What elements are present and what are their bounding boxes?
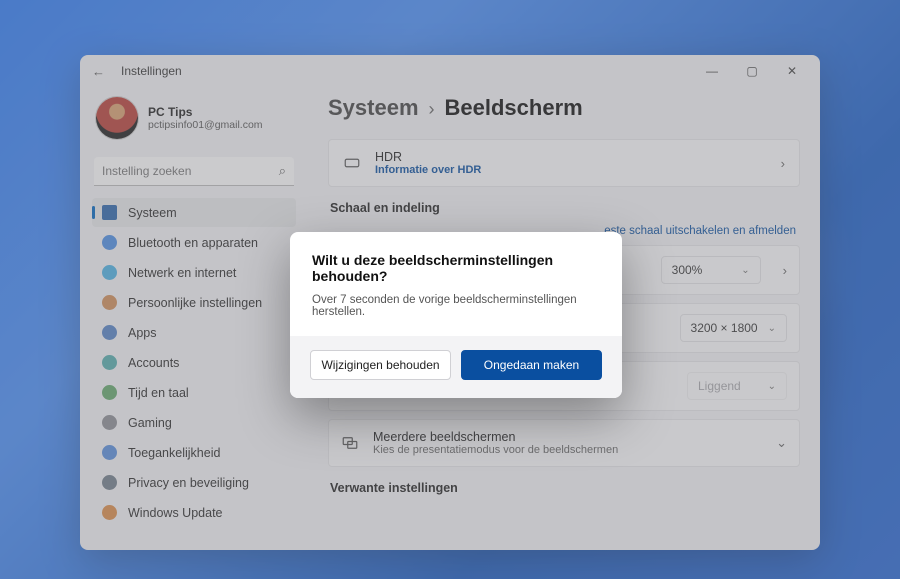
dialog-body: Over 7 seconden de vorige beeldschermins…: [312, 294, 600, 318]
keep-settings-dialog: Wilt u deze beeldscherminstellingen beho…: [290, 232, 622, 398]
revert-button[interactable]: Ongedaan maken: [461, 350, 602, 380]
keep-changes-button[interactable]: Wijzigingen behouden: [310, 350, 451, 380]
dialog-title: Wilt u deze beeldscherminstellingen beho…: [312, 252, 600, 284]
